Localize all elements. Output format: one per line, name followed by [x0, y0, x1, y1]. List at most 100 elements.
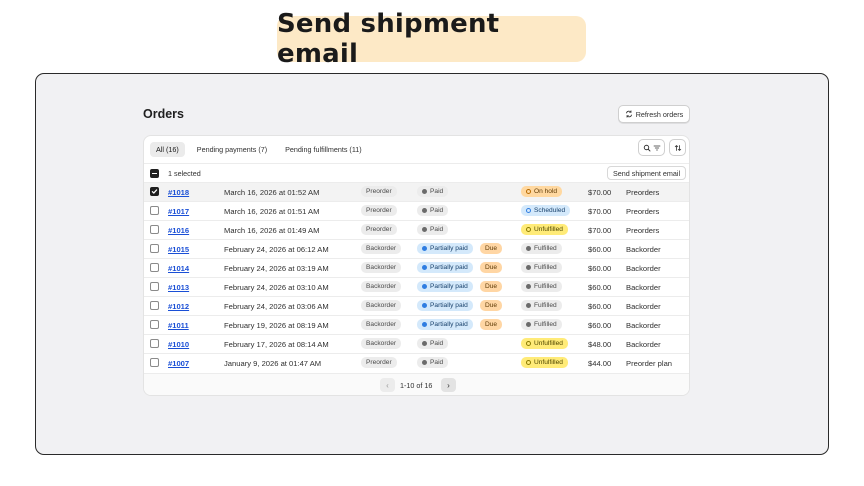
status-dot-icon	[422, 360, 427, 365]
row-checkbox[interactable]	[150, 282, 159, 291]
order-type-badge: Backorder	[361, 262, 402, 273]
filter-icon	[653, 145, 660, 150]
table-row[interactable]: #1012 February 24, 2026 at 03:06 AM Backor…	[144, 296, 689, 315]
order-number-link[interactable]: #1017	[168, 207, 189, 216]
order-type-badge: Backorder	[361, 319, 402, 330]
select-all-checkbox[interactable]	[150, 169, 159, 178]
status-dot-icon	[526, 322, 531, 327]
order-total: $48.00	[588, 340, 612, 349]
due-badge: Due	[480, 281, 503, 292]
order-date: February 24, 2026 at 03:06 AM	[224, 302, 329, 311]
order-number-link[interactable]: #1014	[168, 264, 189, 273]
order-date: January 9, 2026 at 01:47 AM	[224, 359, 322, 368]
status-ring-icon	[526, 208, 531, 213]
next-page-button[interactable]: ›	[441, 378, 456, 392]
status-dot-icon	[526, 284, 531, 289]
order-number-link[interactable]: #1012	[168, 302, 189, 311]
order-total: $60.00	[588, 302, 612, 311]
send-shipment-email-button[interactable]: Send shipment email	[607, 166, 686, 180]
order-channel: Backorder	[626, 340, 661, 349]
status-dot-icon	[526, 246, 531, 251]
payment-status-label: Partially paid	[430, 245, 468, 252]
fulfillment-status-label: Scheduled	[534, 207, 566, 214]
order-type-badge: Preorder	[361, 224, 397, 235]
order-number-link[interactable]: #1007	[168, 359, 189, 368]
fulfillment-status-badge: Fulfilled	[521, 243, 562, 254]
order-total: $60.00	[588, 283, 612, 292]
row-checkbox[interactable]	[150, 187, 159, 196]
table-row[interactable]: #1010 February 17, 2026 at 08:14 AM Backor…	[144, 334, 689, 353]
row-checkbox[interactable]	[150, 301, 159, 310]
sort-button[interactable]	[669, 139, 686, 156]
previous-page-button[interactable]: ‹	[380, 378, 395, 392]
refresh-orders-label: Refresh orders	[635, 109, 684, 119]
order-date: March 16, 2026 at 01:51 AM	[224, 207, 320, 216]
row-checkbox[interactable]	[150, 339, 159, 348]
payment-status-label: Paid	[430, 207, 444, 214]
due-badge: Due	[480, 300, 503, 311]
fulfillment-status-badge: Unfulfilled	[521, 224, 568, 235]
search-icon	[643, 144, 650, 151]
row-checkbox[interactable]	[150, 244, 159, 253]
refresh-orders-button[interactable]: Refresh orders	[618, 105, 690, 123]
order-type-badge: Backorder	[361, 243, 402, 254]
order-date: February 19, 2026 at 08:19 AM	[224, 321, 329, 330]
order-date: February 24, 2026 at 03:10 AM	[224, 283, 329, 292]
table-row[interactable]: #1013 February 24, 2026 at 03:10 AM Backor…	[144, 277, 689, 296]
tab-pending-payments[interactable]: Pending payments (7)	[191, 142, 273, 157]
status-dot-icon	[526, 265, 531, 270]
row-checkbox[interactable]	[150, 263, 159, 272]
row-checkbox[interactable]	[150, 225, 159, 234]
order-total: $44.00	[588, 359, 612, 368]
status-ring-icon	[526, 341, 531, 346]
order-date: February 24, 2026 at 03:19 AM	[224, 264, 329, 273]
table-row[interactable]: #1007 January 9, 2026 at 01:47 AM Preorder…	[144, 353, 689, 372]
table-row[interactable]: #1018 March 16, 2026 at 01:52 AM Preorder P…	[144, 182, 689, 201]
due-badge: Due	[480, 319, 503, 330]
order-number-link[interactable]: #1016	[168, 226, 189, 235]
payment-status-label: Partially paid	[430, 264, 468, 271]
app-window: Orders Refresh orders All (16) Pending p…	[35, 73, 829, 455]
order-channel: Backorder	[626, 264, 661, 273]
status-dot-icon	[422, 189, 427, 194]
fulfillment-status-badge: Fulfilled	[521, 300, 562, 311]
row-checkbox[interactable]	[150, 358, 159, 367]
table-row[interactable]: #1014 February 24, 2026 at 03:19 AM Backor…	[144, 258, 689, 277]
payment-status-label: Partially paid	[430, 283, 468, 290]
fulfillment-status-label: Fulfilled	[534, 245, 557, 252]
payment-status-badge: Partially paid	[417, 319, 473, 330]
order-number-link[interactable]: #1013	[168, 283, 189, 292]
status-dot-icon	[422, 303, 427, 308]
order-total: $60.00	[588, 321, 612, 330]
order-type-badge: Preorder	[361, 357, 397, 368]
pagination: ‹ 1-10 of 16 ›	[144, 373, 689, 395]
order-number-link[interactable]: #1010	[168, 340, 189, 349]
fulfillment-status-label: Fulfilled	[534, 283, 557, 290]
tab-all[interactable]: All (16)	[150, 142, 185, 157]
table-row[interactable]: #1011 February 19, 2026 at 08:19 AM Backor…	[144, 315, 689, 334]
status-ring-icon	[526, 360, 531, 365]
search-filter-button[interactable]	[638, 139, 665, 156]
sort-icon	[674, 144, 681, 151]
row-checkbox[interactable]	[150, 320, 159, 329]
order-number-link[interactable]: #1011	[168, 321, 189, 330]
payment-status-label: Paid	[430, 359, 444, 366]
payment-status-badge: Paid	[417, 186, 449, 197]
tab-pending-fulfillments[interactable]: Pending fulfillments (11)	[279, 142, 368, 157]
payment-status-label: Partially paid	[430, 302, 468, 309]
row-checkbox[interactable]	[150, 206, 159, 215]
table-row[interactable]: #1016 March 16, 2026 at 01:49 AM Preorder P…	[144, 220, 689, 239]
status-dot-icon	[422, 341, 427, 346]
order-number-link[interactable]: #1015	[168, 245, 189, 254]
fulfillment-status-label: Fulfilled	[534, 321, 557, 328]
table-row[interactable]: #1015 February 24, 2026 at 06:12 AM Backor…	[144, 239, 689, 258]
payment-status-badge: Paid	[417, 357, 449, 368]
order-date: March 16, 2026 at 01:52 AM	[224, 188, 320, 197]
order-number-link[interactable]: #1018	[168, 188, 189, 197]
fulfillment-status-label: On hold	[534, 188, 558, 195]
table-row[interactable]: #1017 March 16, 2026 at 01:51 AM Preorder P…	[144, 201, 689, 220]
status-dot-icon	[422, 227, 427, 232]
order-type-badge: Backorder	[361, 338, 402, 349]
order-channel: Backorder	[626, 245, 661, 254]
payment-status-badge: Partially paid	[417, 262, 473, 273]
